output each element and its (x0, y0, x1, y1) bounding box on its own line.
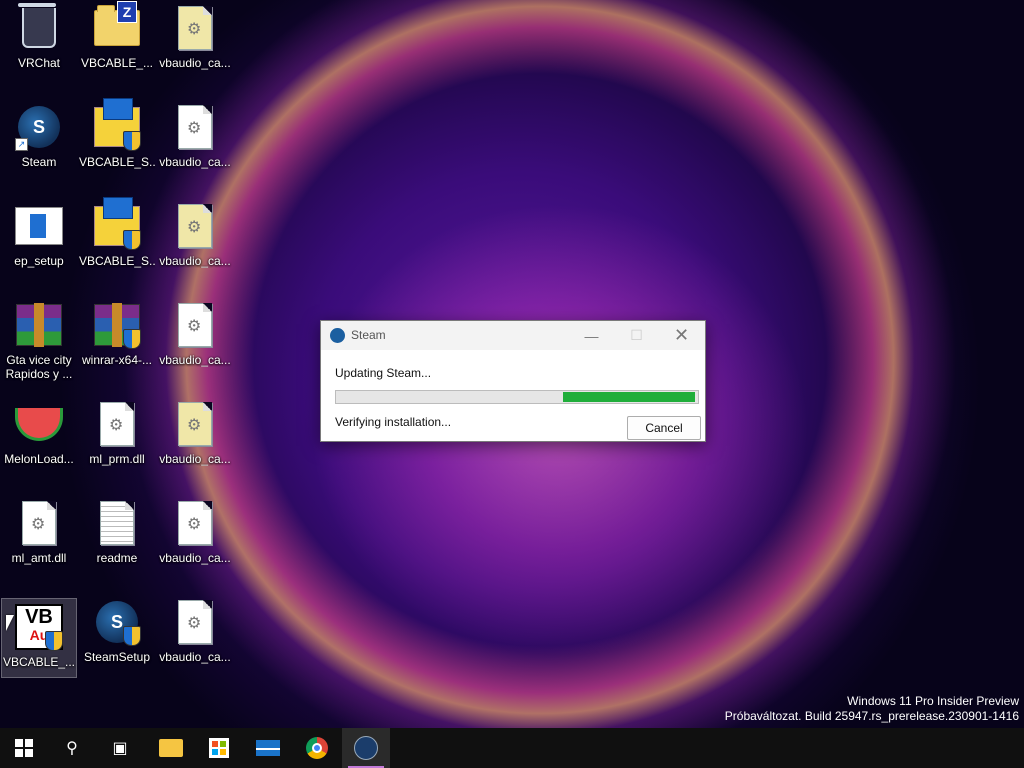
start-icon (15, 739, 33, 757)
desktop-icon-vbcable-zip[interactable]: Z VBCABLE_... (79, 0, 155, 80)
steam-icon (354, 736, 378, 760)
windows-watermark: Windows 11 Pro Insider Preview Próbavált… (725, 694, 1019, 724)
dll-file-icon: ⚙ (171, 499, 219, 547)
dll-file-icon: ⚙ (15, 499, 63, 547)
installer-icon (15, 202, 63, 250)
close-button[interactable]: ✕ (659, 321, 704, 350)
steam-update-dialog: Steam — ☐ ✕ Updating Steam... Verifying … (320, 320, 706, 442)
desktop-icon-steam[interactable]: S ↗ Steam (1, 99, 77, 179)
desktop: VRChat S ↗ Steam ep_setup Gta vice city R… (0, 0, 1024, 728)
steam-taskbar-button[interactable] (342, 728, 390, 768)
dialog-title: Steam (351, 328, 386, 342)
icon-label: VBCABLE_S... (79, 254, 155, 268)
dll-file-icon: ⚙ (171, 598, 219, 646)
config-file-icon: ⚙ (171, 202, 219, 250)
dll-file-icon: ⚙ (171, 301, 219, 349)
icon-label: VBCABLE_... (2, 655, 76, 669)
desktop-icon-vbcable-setup-2[interactable]: VBCABLE_S... (79, 197, 155, 278)
desktop-icon-steamsetup[interactable]: S SteamSetup (79, 594, 155, 674)
progress-bar (335, 390, 699, 404)
icon-label: VBCABLE_S... (79, 155, 155, 169)
icon-label: ml_prm.dll (89, 452, 145, 466)
desktop-icon-vbaudio-4[interactable]: ⚙ vbaudio_ca... (157, 297, 233, 377)
icon-label: vbaudio_ca... (159, 551, 231, 565)
icon-label: vbaudio_ca... (159, 254, 231, 268)
chrome-icon (306, 737, 328, 759)
task-view-icon: ▣ (112, 740, 128, 757)
desktop-icon-vbaudio-3[interactable]: ⚙ vbaudio_ca... (157, 198, 233, 278)
icon-label: VRChat (17, 56, 61, 70)
icon-label: Gta vice city Rapidos y ... (5, 353, 73, 381)
desktop-icon-winrar[interactable]: winrar-x64-... (79, 297, 155, 377)
desktop-icon-vbaudio-7[interactable]: ⚙ vbaudio_ca... (157, 594, 233, 674)
setup-icon (93, 98, 141, 151)
progress-fill (563, 392, 695, 402)
taskbar: ⚲ ▣ (0, 728, 1024, 768)
mail-button[interactable] (244, 728, 292, 768)
icon-label: vbaudio_ca... (159, 452, 231, 466)
icon-label: vbaudio_ca... (159, 56, 231, 70)
desktop-icon-vrchat[interactable]: VRChat (1, 0, 77, 80)
steam-icon: S ↗ (15, 103, 63, 151)
icon-label: VBCABLE_... (80, 56, 154, 70)
desktop-icon-gta[interactable]: Gta vice city Rapidos y ... (1, 297, 77, 389)
dll-file-icon: ⚙ (171, 103, 219, 151)
mail-icon (256, 740, 280, 756)
dll-file-icon: ⚙ (93, 400, 141, 448)
icon-label: winrar-x64-... (81, 353, 152, 367)
setup-icon (93, 197, 141, 250)
store-button[interactable] (195, 728, 243, 768)
icon-label: readme (96, 551, 138, 565)
minimize-button[interactable]: — (569, 321, 614, 350)
desktop-icon-vbcable-setup-1[interactable]: VBCABLE_S... (79, 98, 155, 179)
config-file-icon: ⚙ (171, 400, 219, 448)
icon-label: ep_setup (14, 254, 64, 268)
icon-label: SteamSetup (83, 650, 151, 664)
desktop-icon-ml-prm[interactable]: ⚙ ml_prm.dll (79, 396, 155, 476)
desktop-icon-ep-setup[interactable]: ep_setup (1, 198, 77, 278)
icon-label: Steam (21, 155, 57, 169)
task-view-button[interactable]: ▣ (96, 728, 144, 768)
steam-icon (330, 328, 345, 343)
file-explorer-icon (159, 739, 183, 757)
update-substatus: Verifying installation... (335, 415, 452, 429)
mouse-cursor-icon (6, 615, 14, 631)
desktop-icon-vbaudio-5[interactable]: ⚙ vbaudio_ca... (157, 396, 233, 476)
zip-folder-icon: Z (93, 1, 141, 52)
chrome-button[interactable] (293, 728, 341, 768)
start-button[interactable] (0, 728, 48, 768)
text-file-icon (93, 499, 141, 547)
desktop-icon-readme[interactable]: readme (79, 495, 155, 575)
search-button[interactable]: ⚲ (48, 728, 96, 768)
icon-label: vbaudio_ca... (159, 353, 231, 367)
steam-setup-icon: S (93, 598, 141, 646)
icon-label: vbaudio_ca... (159, 650, 231, 664)
dialog-titlebar[interactable]: Steam — ☐ ✕ (321, 321, 705, 350)
config-file-icon: ⚙ (171, 4, 219, 52)
desktop-icon-vbaudio-2[interactable]: ⚙ vbaudio_ca... (157, 99, 233, 179)
maximize-button: ☐ (630, 327, 643, 343)
search-icon: ⚲ (66, 740, 78, 757)
desktop-icon-vbaudio-1[interactable]: ⚙ vbaudio_ca... (157, 0, 233, 80)
icon-label: vbaudio_ca... (159, 155, 231, 169)
watermark-build: Próbaváltozat. Build 25947.rs_prerelease… (724, 709, 1019, 723)
icon-label: ml_amt.dll (11, 551, 67, 565)
cancel-button[interactable]: Cancel (627, 416, 701, 440)
desktop-icon-vbaudio-6[interactable]: ⚙ vbaudio_ca... (157, 495, 233, 575)
winrar-installer-icon (93, 301, 141, 349)
desktop-icon-melonloader[interactable]: MelonLoad... (1, 396, 77, 476)
melonloader-icon (15, 400, 63, 448)
desktop-icon-vbcable-selected[interactable]: VB Au VBCABLE_... (1, 598, 77, 678)
watermark-edition: Windows 11 Pro Insider Preview (847, 694, 1019, 708)
winrar-archive-icon (15, 301, 63, 349)
desktop-icon-ml-amt[interactable]: ⚙ ml_amt.dll (1, 495, 77, 575)
update-status: Updating Steam... (335, 366, 432, 380)
file-explorer-button[interactable] (147, 728, 195, 768)
recycle-bin-icon (15, 3, 63, 52)
icon-label: MelonLoad... (4, 452, 74, 466)
store-icon (209, 738, 229, 758)
vb-audio-icon: VB Au (15, 603, 63, 651)
